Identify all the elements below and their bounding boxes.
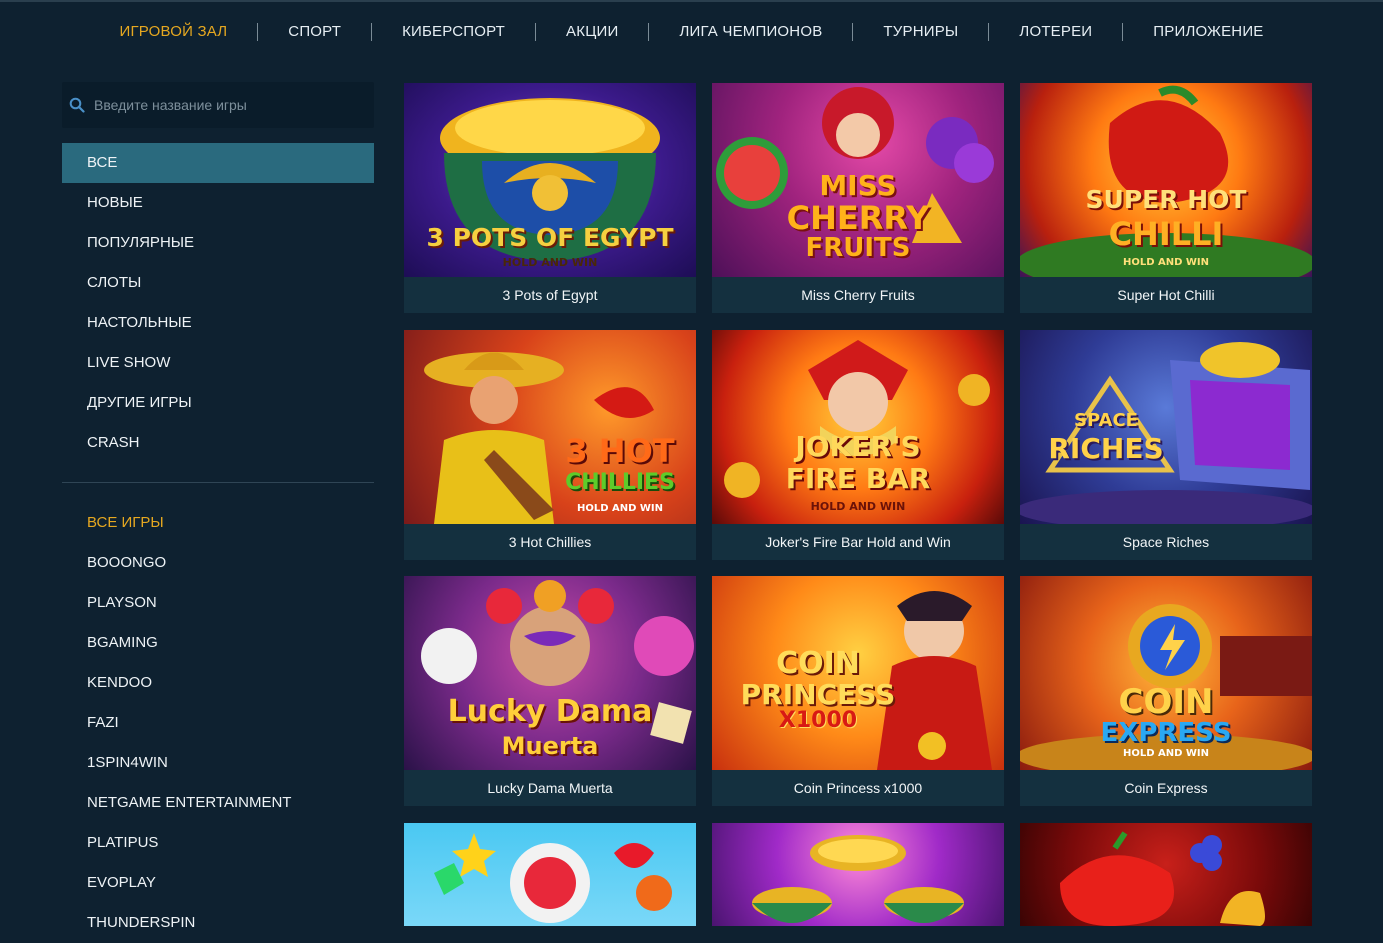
game-card-coin-princess[interactable]: COIN PRINCESS X1000 Coin Princess x1000 xyxy=(712,576,1004,806)
nav-champions-league[interactable]: ЛИГА ЧЕМПИОНОВ xyxy=(649,23,854,41)
game-thumbnail: COIN PRINCESS X1000 xyxy=(712,576,1004,770)
nav-promotions[interactable]: АКЦИИ xyxy=(536,23,650,41)
nav-esport[interactable]: КИБЕРСПОРТ xyxy=(372,23,537,41)
category-popular[interactable]: ПОПУЛЯРНЫЕ xyxy=(62,223,374,263)
fruits-artwork xyxy=(1060,831,1265,926)
provider-thunderspin[interactable]: THUNDERSPIN xyxy=(62,903,374,943)
provider-netgame[interactable]: NETGAME ENTERTAINMENT xyxy=(62,783,374,823)
game-title: Coin Princess x1000 xyxy=(712,770,1004,806)
game-title: 3 Pots of Egypt xyxy=(404,277,696,313)
search-icon[interactable] xyxy=(69,97,85,113)
artwork-title-line-2: RICHES xyxy=(1048,432,1164,465)
game-search xyxy=(62,82,374,128)
category-slots[interactable]: СЛОТЫ xyxy=(62,263,374,303)
game-card-3-pots-of-egypt[interactable]: 3 POTS OF EGYPT HOLD AND WIN 3 Pots of E… xyxy=(404,83,696,313)
category-live-show[interactable]: LIVE SHOW xyxy=(62,343,374,383)
provider-fazi[interactable]: FAZI xyxy=(62,703,374,743)
provider-bgaming[interactable]: BGAMING xyxy=(62,623,374,663)
category-new[interactable]: НОВЫЕ xyxy=(62,183,374,223)
artwork-title-line-1: 3 HOT xyxy=(565,432,675,470)
game-title: 3 Hot Chillies xyxy=(404,524,696,560)
artwork-title-line-2: CHERRY xyxy=(786,199,930,237)
game-thumbnail: MISS CHERRY FRUITS xyxy=(712,83,1004,277)
game-card-coin-express[interactable]: COIN EXPRESS HOLD AND WIN Coin Express xyxy=(1020,576,1312,806)
artwork-title-line-2: FIRE BAR xyxy=(785,462,931,495)
category-crash[interactable]: CRASH xyxy=(62,423,374,463)
game-card-super-hot-chilli[interactable]: SUPER HOT CHILLI HOLD AND WIN Super Hot … xyxy=(1020,83,1312,313)
artwork-title-line-1: COIN xyxy=(776,646,860,681)
artwork-subtitle: HOLD AND WIN xyxy=(576,503,664,514)
game-thumbnail: COIN EXPRESS HOLD AND WIN xyxy=(1020,576,1312,770)
nav-lotteries[interactable]: ЛОТЕРЕИ xyxy=(989,23,1124,41)
sidebar-divider xyxy=(62,482,374,483)
game-thumbnail xyxy=(712,823,1004,926)
category-table[interactable]: НАСТОЛЬНЫЕ xyxy=(62,303,374,343)
game-title: Super Hot Chilli xyxy=(1020,277,1312,313)
game-title: Coin Express xyxy=(1020,770,1312,806)
provider-1spin4win[interactable]: 1SPIN4WIN xyxy=(62,743,374,783)
game-card-lucky-dama-muerta[interactable]: Lucky Dama Muerta Lucky Dama Muerta xyxy=(404,576,696,806)
sidebar: ВСЕ НОВЫЕ ПОПУЛЯРНЫЕ СЛОТЫ НАСТОЛЬНЫЕ LI… xyxy=(62,82,374,931)
game-title: Space Riches xyxy=(1020,524,1312,560)
game-thumbnail: 3 POTS OF EGYPT HOLD AND WIN xyxy=(404,83,696,277)
artwork-title-line-1: JOKER'S xyxy=(795,430,921,463)
nav-game-hall[interactable]: ИГРОВОЙ ЗАЛ xyxy=(89,23,259,41)
nav-sport[interactable]: СПОРТ xyxy=(258,23,373,41)
artwork-subtitle: HOLD AND WIN xyxy=(810,500,906,513)
game-thumbnail: SUPER HOT CHILLI HOLD AND WIN xyxy=(1020,83,1312,277)
artwork-title-line-3: FRUITS xyxy=(805,233,911,263)
top-bar: ИГРОВОЙ ЗАЛ СПОРТ КИБЕРСПОРТ АКЦИИ ЛИГА … xyxy=(0,0,1383,62)
provider-playson[interactable]: PLAYSON xyxy=(62,583,374,623)
nav-app[interactable]: ПРИЛОЖЕНИЕ xyxy=(1123,23,1293,41)
game-thumbnail: Lucky Dama Muerta xyxy=(404,576,696,770)
top-navigation: ИГРОВОЙ ЗАЛ СПОРТ КИБЕРСПОРТ АКЦИИ ЛИГА … xyxy=(0,2,1383,62)
game-thumbnail: 3 HOT CHILLIES HOLD AND WIN xyxy=(404,330,696,524)
provider-list: ВСЕ ИГРЫ BOOONGO PLAYSON BGAMING KENDOO … xyxy=(62,503,374,943)
game-card-row4-2[interactable] xyxy=(712,823,1004,926)
artwork-title-line-1: SPACE xyxy=(1074,410,1138,431)
provider-kendoo[interactable]: KENDOO xyxy=(62,663,374,703)
artwork-subtitle: HOLD AND WIN xyxy=(502,256,598,269)
provider-platipus[interactable]: PLATIPUS xyxy=(62,823,374,863)
artwork-subtitle: HOLD AND WIN xyxy=(1122,257,1210,268)
game-card-row4-3[interactable] xyxy=(1020,823,1312,926)
pots-artwork xyxy=(752,835,964,923)
game-thumbnail xyxy=(1020,823,1312,926)
artwork-title: 3 POTS OF EGYPT xyxy=(426,223,674,252)
artwork-title-line-2: Muerta xyxy=(501,732,599,760)
provider-evoplay[interactable]: EVOPLAY xyxy=(62,863,374,903)
artwork-title-line-2: CHILLIES xyxy=(565,470,675,495)
game-title: Joker's Fire Bar Hold and Win xyxy=(712,524,1004,560)
artwork-title-line-2: CHILLI xyxy=(1108,215,1224,253)
game-card-space-riches[interactable]: SPACE RICHES Space Riches xyxy=(1020,330,1312,560)
category-other-games[interactable]: ДРУГИЕ ИГРЫ xyxy=(62,383,374,423)
artwork-title-line-1: Lucky Dama xyxy=(447,694,653,729)
nav-tournaments[interactable]: ТУРНИРЫ xyxy=(853,23,990,41)
artwork-title-line-1: COIN xyxy=(1118,682,1214,722)
game-thumbnail xyxy=(404,823,696,926)
game-card-miss-cherry-fruits[interactable]: MISS CHERRY FRUITS Miss Cherry Fruits xyxy=(712,83,1004,313)
category-all[interactable]: ВСЕ xyxy=(62,143,374,183)
artwork-title-line-1: SUPER HOT xyxy=(1085,185,1247,214)
game-title: Lucky Dama Muerta xyxy=(404,770,696,806)
artwork-title-line-2: PRINCESS xyxy=(740,678,896,711)
artwork-subtitle: HOLD AND WIN xyxy=(1122,748,1210,759)
game-thumbnail: SPACE RICHES xyxy=(1020,330,1312,524)
game-card-3-hot-chillies[interactable]: 3 HOT CHILLIES HOLD AND WIN 3 Hot Chilli… xyxy=(404,330,696,560)
artwork-title-line-3: X1000 xyxy=(778,708,858,733)
search-input[interactable] xyxy=(94,82,364,128)
artwork-title-line-1: MISS xyxy=(819,169,897,202)
game-title: Miss Cherry Fruits xyxy=(712,277,1004,313)
game-thumbnail: JOKER'S FIRE BAR HOLD AND WIN xyxy=(712,330,1004,524)
category-list: ВСЕ НОВЫЕ ПОПУЛЯРНЫЕ СЛОТЫ НАСТОЛЬНЫЕ LI… xyxy=(62,143,374,463)
artwork-title-line-2: EXPRESS xyxy=(1100,718,1232,748)
provider-booongo[interactable]: BOOONGO xyxy=(62,543,374,583)
game-card-row4-1[interactable] xyxy=(404,823,696,926)
provider-all-games[interactable]: ВСЕ ИГРЫ xyxy=(62,503,374,543)
candy-artwork xyxy=(434,833,672,923)
game-card-jokers-fire-bar[interactable]: JOKER'S FIRE BAR HOLD AND WIN Joker's Fi… xyxy=(712,330,1004,560)
